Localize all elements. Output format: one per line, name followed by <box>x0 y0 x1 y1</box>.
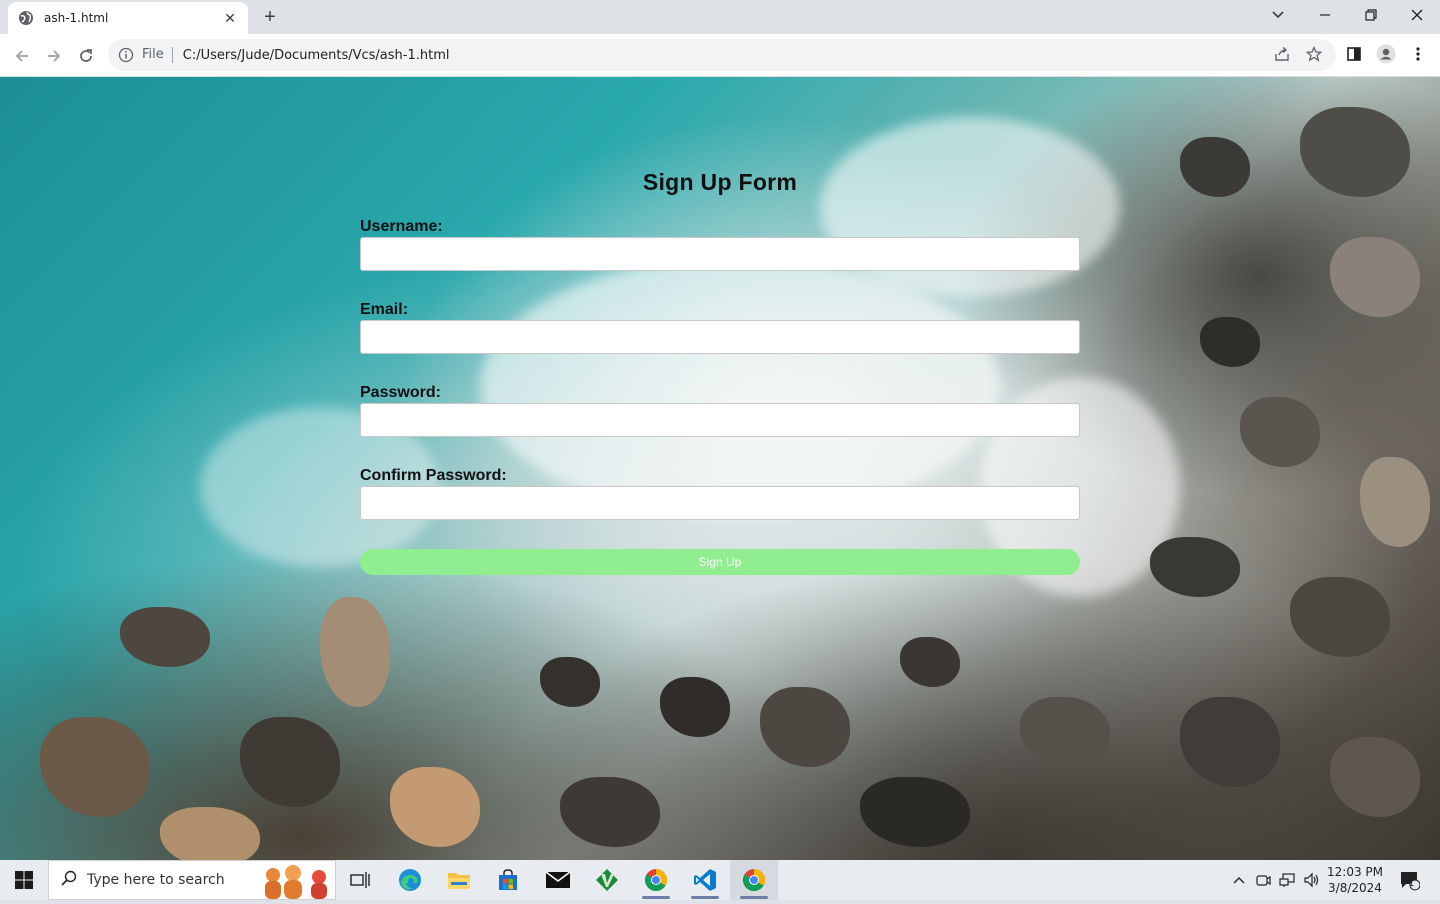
task-view-icon[interactable] <box>336 860 384 900</box>
edge-icon[interactable] <box>386 860 434 900</box>
notification-center-icon[interactable]: 1 <box>1394 860 1424 900</box>
password-label: Password: <box>360 384 441 401</box>
address-bar[interactable]: File C:/Users/Jude/Documents/Vcs/ash-1.h… <box>108 39 1336 71</box>
new-tab-button[interactable]: + <box>258 5 282 29</box>
restore-window-icon[interactable] <box>1348 0 1394 30</box>
tab-search-chevron-icon[interactable] <box>1264 4 1292 26</box>
search-icon <box>61 870 77 891</box>
side-panel-icon[interactable] <box>1340 40 1368 68</box>
windows-start-icon[interactable] <box>0 860 48 900</box>
tab-title: ash-1.html <box>44 11 109 25</box>
share-icon[interactable] <box>1268 40 1296 68</box>
url-scheme-label: File <box>142 47 173 63</box>
meet-now-icon[interactable] <box>1252 860 1274 900</box>
chrome-icon[interactable] <box>632 860 680 900</box>
browser-tab[interactable]: ash-1.html ✕ <box>8 2 248 34</box>
page-viewport: Sign Up Form Username: Email: Password: … <box>0 77 1440 860</box>
clock-time: 12:03 PM <box>1327 865 1383 879</box>
volume-icon[interactable] <box>1300 860 1322 900</box>
site-info-icon[interactable] <box>118 47 134 63</box>
form-title: Sign Up Form <box>642 169 798 195</box>
email-label: Email: <box>360 301 409 318</box>
notification-count: 1 <box>1409 878 1415 888</box>
store-icon[interactable] <box>484 860 532 900</box>
profile-avatar-icon[interactable] <box>1372 40 1400 68</box>
windows-taskbar: Type here to search 12:03 PM 3/8/2024 1 <box>0 860 1440 900</box>
minimize-window-icon[interactable] <box>1302 0 1348 30</box>
close-window-icon[interactable] <box>1394 0 1440 30</box>
more-menu-icon[interactable] <box>1404 40 1432 68</box>
confirm-password-input[interactable] <box>360 486 1080 520</box>
password-input[interactable] <box>360 403 1080 437</box>
back-arrow-icon[interactable] <box>8 42 36 70</box>
chrome-icon[interactable] <box>730 860 778 900</box>
show-hidden-icons-chevron-icon[interactable] <box>1228 860 1250 900</box>
search-placeholder: Type here to search <box>87 872 225 888</box>
clock-date: 3/8/2024 <box>1328 881 1382 895</box>
vscode-icon[interactable] <box>681 860 729 900</box>
system-clock[interactable]: 12:03 PM 3/8/2024 <box>1322 864 1388 896</box>
network-icon[interactable] <box>1276 860 1298 900</box>
sign-up-button[interactable]: Sign Up <box>360 549 1080 575</box>
url-text[interactable]: C:/Users/Jude/Documents/Vcs/ash-1.html <box>183 48 450 63</box>
reload-icon[interactable] <box>72 42 100 70</box>
file-explorer-icon[interactable] <box>435 860 483 900</box>
tab-strip: ash-1.html ✕ + <box>0 0 1440 34</box>
bookmark-star-icon[interactable] <box>1300 40 1328 68</box>
username-input[interactable] <box>360 237 1080 271</box>
search-highlight-illustration-icon <box>255 863 335 904</box>
taskbar-search-box[interactable]: Type here to search <box>48 860 336 900</box>
forward-arrow-icon[interactable] <box>40 42 68 70</box>
globe-icon <box>18 10 34 26</box>
vim-icon[interactable] <box>583 860 631 900</box>
username-label: Username: <box>360 218 443 235</box>
confirm-password-label: Confirm Password: <box>360 467 507 484</box>
mail-icon[interactable] <box>534 860 582 900</box>
close-tab-icon[interactable]: ✕ <box>222 10 238 26</box>
email-input[interactable] <box>360 320 1080 354</box>
browser-toolbar: File C:/Users/Jude/Documents/Vcs/ash-1.h… <box>0 34 1440 77</box>
